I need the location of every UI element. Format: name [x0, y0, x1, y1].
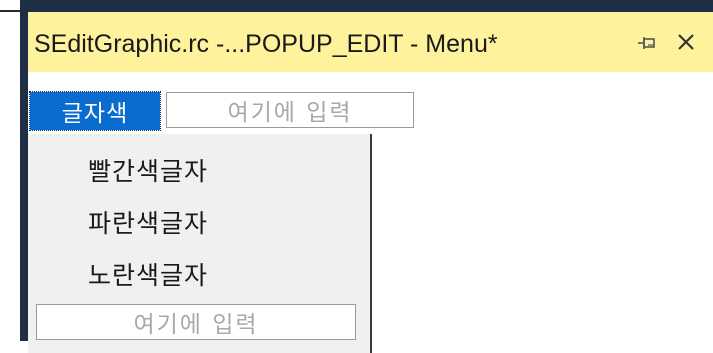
menu-item-red-text[interactable]: 빨간색글자 — [88, 152, 208, 188]
document-tab[interactable]: SEditGraphic.rc -...POPUP_EDIT - Menu* — [28, 12, 713, 72]
pin-icon[interactable] — [636, 32, 660, 54]
editor-window-frame: SEditGraphic.rc -...POPUP_EDIT - Menu* 글… — [20, 0, 713, 353]
menu-item-text-color[interactable]: 글자색 — [29, 91, 161, 131]
menu-item-blue-text[interactable]: 파란색글자 — [88, 204, 208, 240]
menu-bar-type-here-field[interactable]: 여기에 입력 — [166, 92, 414, 128]
close-icon[interactable] — [674, 29, 698, 55]
editor-window: SEditGraphic.rc -...POPUP_EDIT - Menu* 글… — [28, 12, 713, 353]
menu-item-yellow-text[interactable]: 노란색글자 — [88, 256, 208, 292]
dropdown-type-here-field[interactable]: 여기에 입력 — [36, 304, 356, 340]
frame-edge-line — [0, 10, 20, 12]
popup-menu-dropdown: 빨간색글자 파란색글자 노란색글자 여기에 입력 — [28, 134, 372, 353]
document-tab-title: SEditGraphic.rc -...POPUP_EDIT - Menu* — [34, 30, 498, 58]
